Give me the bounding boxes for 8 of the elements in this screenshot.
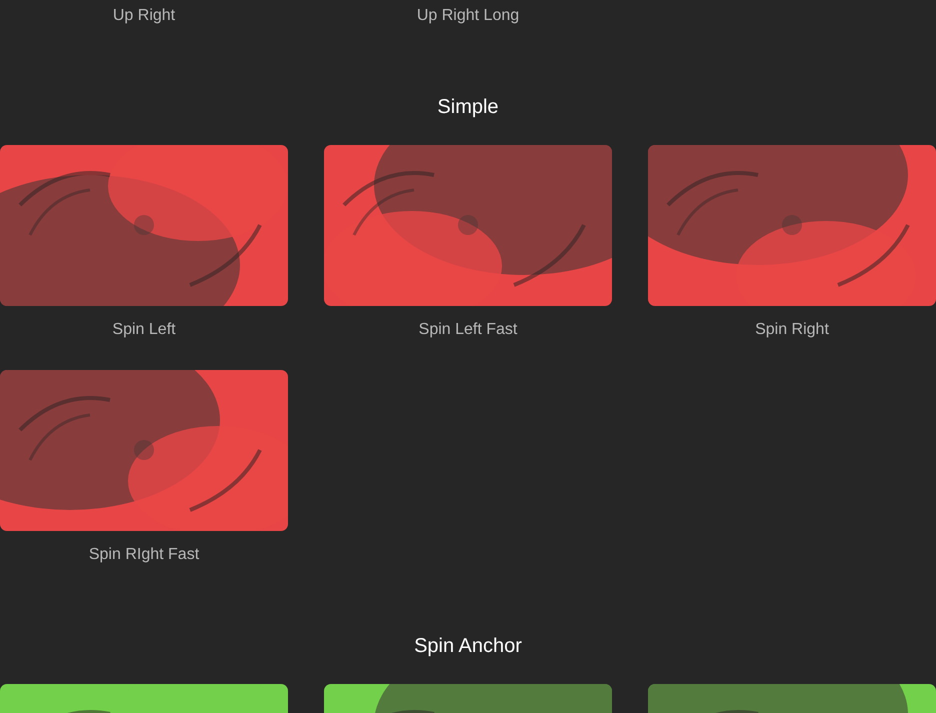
effect-label: Spin Left (112, 320, 176, 340)
effect-label: Up Right (112, 6, 176, 26)
effect-label: Spin RIght Fast (88, 545, 200, 565)
effect-label: Up Right Long (416, 6, 520, 26)
section-heading: Simple (436, 96, 500, 118)
section-heading: Spin Anchor (413, 635, 523, 657)
effect-label: Spin Right (755, 320, 829, 340)
effect-label: Spin Left Fast (418, 320, 518, 340)
